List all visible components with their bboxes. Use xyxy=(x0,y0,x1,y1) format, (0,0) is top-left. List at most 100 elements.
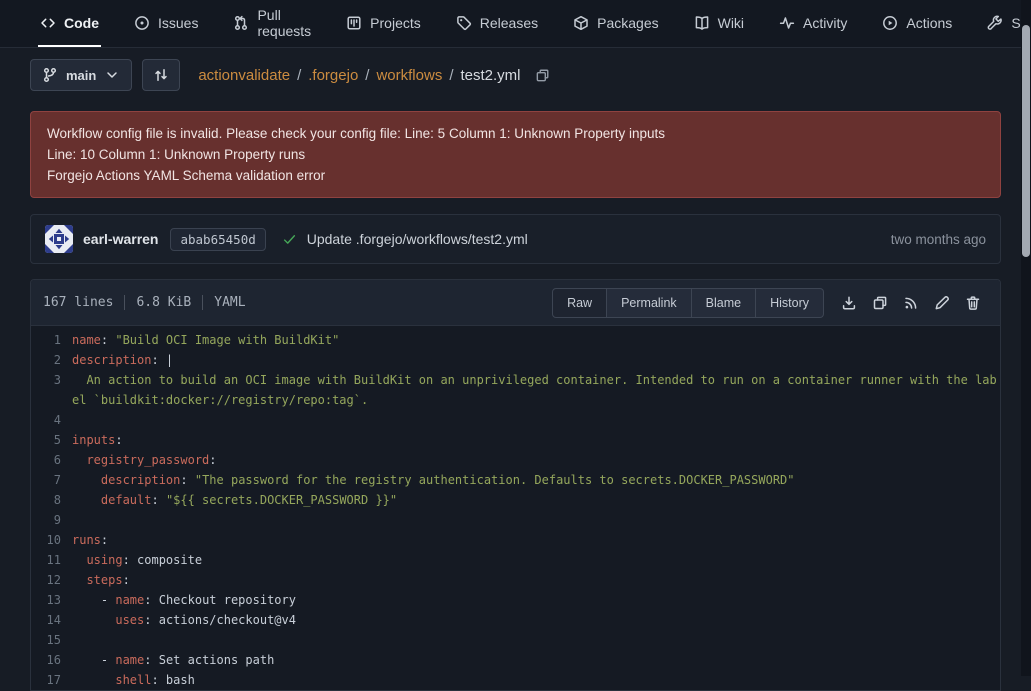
code-line: 3 An action to build an OCI image with B… xyxy=(31,370,1000,410)
line-number[interactable]: 17 xyxy=(31,670,61,690)
compare-button[interactable] xyxy=(142,59,180,91)
scrollbar-track[interactable] xyxy=(1021,0,1031,676)
code-line: 9 xyxy=(31,510,1000,530)
commit-author[interactable]: earl-warren xyxy=(83,231,158,247)
rss-button[interactable] xyxy=(896,288,926,318)
code-line: 1name: "Build OCI Image with BuildKit" xyxy=(31,330,1000,350)
breadcrumb-bar: main actionvalidate/.forgejo/workflows/t… xyxy=(0,48,1031,103)
nav-tab-label: Releases xyxy=(480,15,538,31)
line-content: description: "The password for the regis… xyxy=(72,470,1000,490)
nav-tab-label: Actions xyxy=(906,15,952,31)
line-content xyxy=(72,630,1000,650)
nav-tab-actions[interactable]: Actions xyxy=(880,0,954,47)
line-content: description: | xyxy=(72,350,1000,370)
tag-icon xyxy=(456,15,472,31)
chevron-down-icon xyxy=(104,67,120,83)
breadcrumb-separator: / xyxy=(297,67,301,84)
commit-time: two months ago xyxy=(891,232,986,247)
scrollbar-thumb[interactable] xyxy=(1022,25,1030,257)
nav-tab-issues[interactable]: Issues xyxy=(132,0,200,47)
nav-tab-projects[interactable]: Projects xyxy=(344,0,423,47)
line-number[interactable]: 14 xyxy=(31,610,61,630)
nav-tab-pull-requests[interactable]: Pull requests xyxy=(231,0,313,47)
line-number[interactable]: 6 xyxy=(31,450,61,470)
line-number[interactable]: 2 xyxy=(31,350,61,370)
line-number[interactable]: 13 xyxy=(31,590,61,610)
line-number[interactable]: 12 xyxy=(31,570,61,590)
view-mode-buttons: RawPermalinkBlameHistory xyxy=(552,288,824,318)
line-content: uses: actions/checkout@v4 xyxy=(72,610,1000,630)
check-icon[interactable] xyxy=(282,232,297,247)
file-actions: RawPermalinkBlameHistory xyxy=(552,288,988,318)
code-line: 13 - name: Checkout repository xyxy=(31,590,1000,610)
nav-tab-packages[interactable]: Packages xyxy=(571,0,660,47)
line-number[interactable]: 8 xyxy=(31,490,61,510)
nav-tab-label: Code xyxy=(64,15,99,31)
code-line: 7 description: "The password for the reg… xyxy=(31,470,1000,490)
permalink-button[interactable]: Permalink xyxy=(607,288,692,318)
code-line: 15 xyxy=(31,630,1000,650)
blame-button[interactable]: Blame xyxy=(692,288,756,318)
download-button[interactable] xyxy=(834,288,864,318)
nav-tab-activity[interactable]: Activity xyxy=(777,0,849,47)
line-number[interactable]: 15 xyxy=(31,630,61,650)
divider xyxy=(124,295,125,310)
line-number[interactable]: 9 xyxy=(31,510,61,530)
code-line: 11 using: composite xyxy=(31,550,1000,570)
line-number[interactable]: 5 xyxy=(31,430,61,450)
line-content: runs: xyxy=(72,530,1000,550)
breadcrumb-link-forgejo[interactable]: .forgejo xyxy=(308,67,358,84)
commit-message[interactable]: Update .forgejo/workflows/test2.yml xyxy=(307,231,528,247)
line-content xyxy=(72,410,1000,430)
line-content: using: composite xyxy=(72,550,1000,570)
error-line: Forgejo Actions YAML Schema validation e… xyxy=(47,165,984,186)
breadcrumb-current-file: test2.yml xyxy=(461,67,521,84)
package-icon xyxy=(573,15,589,31)
copy-path-icon[interactable] xyxy=(535,68,550,83)
delete-button[interactable] xyxy=(958,288,988,318)
file-lines-count: 167 lines xyxy=(43,295,113,310)
book-icon xyxy=(694,15,710,31)
error-banner: Workflow config file is invalid. Please … xyxy=(30,111,1001,198)
play-circle-icon xyxy=(882,15,898,31)
compare-icon xyxy=(153,67,169,83)
line-content: - name: Checkout repository xyxy=(72,590,1000,610)
nav-tab-label: Activity xyxy=(803,15,847,31)
line-number[interactable]: 10 xyxy=(31,530,61,550)
copy-button[interactable] xyxy=(865,288,895,318)
line-number[interactable]: 3 xyxy=(31,370,61,410)
line-content: registry_password: xyxy=(72,450,1000,470)
download-icon xyxy=(841,295,857,311)
raw-button[interactable]: Raw xyxy=(552,288,607,318)
breadcrumb: actionvalidate/.forgejo/workflows/test2.… xyxy=(198,67,520,84)
edit-icon xyxy=(934,295,950,311)
edit-button[interactable] xyxy=(927,288,957,318)
nav-tab-wiki[interactable]: Wiki xyxy=(692,0,746,47)
history-button[interactable]: History xyxy=(756,288,824,318)
pulse-icon xyxy=(779,15,795,31)
line-number[interactable]: 1 xyxy=(31,330,61,350)
line-content: An action to build an OCI image with Bui… xyxy=(72,370,1000,410)
avatar[interactable] xyxy=(45,225,73,253)
line-number[interactable]: 11 xyxy=(31,550,61,570)
nav-tab-releases[interactable]: Releases xyxy=(454,0,540,47)
nav-tab-code[interactable]: Code xyxy=(38,0,101,47)
breadcrumb-link-workflows[interactable]: workflows xyxy=(376,67,442,84)
breadcrumb-link-actionvalidate[interactable]: actionvalidate xyxy=(198,67,290,84)
commit-hash-badge[interactable]: abab65450d xyxy=(170,228,265,251)
branch-selector[interactable]: main xyxy=(30,59,132,91)
file-language: YAML xyxy=(214,295,245,310)
line-content: steps: xyxy=(72,570,1000,590)
commit-bar: earl-warren abab65450d Update .forgejo/w… xyxy=(30,214,1001,264)
error-line: Line: 10 Column 1: Unknown Property runs xyxy=(47,144,984,165)
line-content: default: "${{ secrets.DOCKER_PASSWORD }}… xyxy=(72,490,1000,510)
file-size: 6.8 KiB xyxy=(136,295,191,310)
line-number[interactable]: 16 xyxy=(31,650,61,670)
line-number[interactable]: 7 xyxy=(31,470,61,490)
code-line: 16 - name: Set actions path xyxy=(31,650,1000,670)
top-nav: Code Issues Pull requests Projects Releases P… xyxy=(0,0,1031,48)
code-line: 12 steps: xyxy=(31,570,1000,590)
line-number[interactable]: 4 xyxy=(31,410,61,430)
code-view: 1name: "Build OCI Image with BuildKit"2d… xyxy=(31,326,1000,690)
error-line: Workflow config file is invalid. Please … xyxy=(47,123,984,144)
